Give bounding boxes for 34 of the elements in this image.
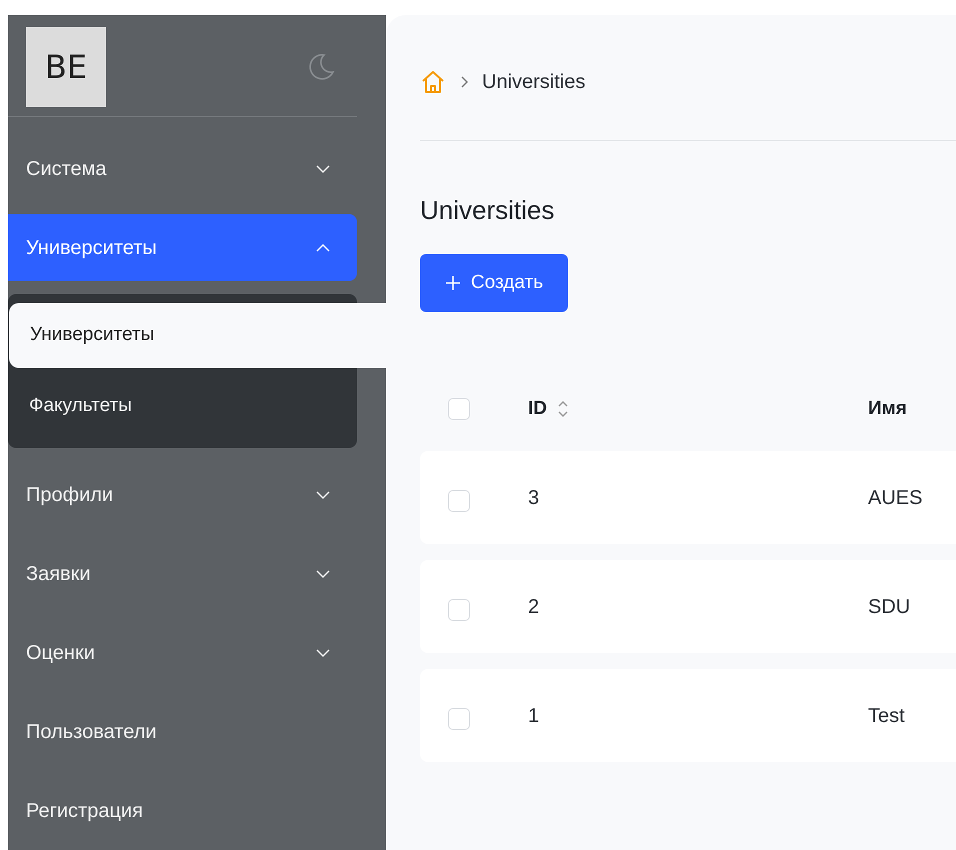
checkbox[interactable] xyxy=(448,398,470,420)
checkbox[interactable] xyxy=(448,708,470,730)
sidebar-item[interactable]: Регистрация xyxy=(8,777,357,844)
breadcrumb-item[interactable]: Universities xyxy=(482,66,586,96)
sidebar-item[interactable]: Заявки xyxy=(8,540,357,607)
checkbox[interactable] xyxy=(448,598,470,620)
table-cell-text: 3 xyxy=(528,486,540,510)
table-cell-text: 2 xyxy=(528,594,540,620)
sort-icon[interactable] xyxy=(557,400,569,418)
submenu-item[interactable]: Университеты xyxy=(9,303,386,368)
chevron-down-icon xyxy=(315,490,331,500)
sidebar-item[interactable]: Профили xyxy=(8,461,357,528)
logo: BE xyxy=(26,26,106,107)
table-cell-text: 1 xyxy=(528,704,540,728)
table-cell-text: AUES xyxy=(868,486,922,510)
chevron-up-icon xyxy=(315,242,331,252)
column-header[interactable]: ID xyxy=(528,394,547,424)
chevron-right-icon xyxy=(460,76,468,88)
plus-icon xyxy=(444,275,461,291)
sidebar-item[interactable]: Университеты xyxy=(8,214,357,281)
sidebar-item[interactable]: Система xyxy=(8,135,357,202)
column-header: Имя xyxy=(868,396,907,421)
table-cell-text: Test xyxy=(868,704,905,728)
sidebar-item[interactable]: Пользователи xyxy=(8,698,357,765)
chevron-down-icon xyxy=(315,568,331,578)
submenu-item[interactable]: Факультеты xyxy=(8,374,357,439)
create-button[interactable]: Создать xyxy=(420,254,568,312)
chevron-down-icon xyxy=(315,648,331,658)
sidebar-item[interactable]: Оценки xyxy=(8,619,357,686)
checkbox[interactable] xyxy=(448,490,470,512)
home-icon[interactable] xyxy=(420,68,446,94)
chevron-down-icon xyxy=(315,164,331,174)
page-title: Universities xyxy=(420,194,556,227)
table-cell-text: SDU xyxy=(868,594,910,620)
